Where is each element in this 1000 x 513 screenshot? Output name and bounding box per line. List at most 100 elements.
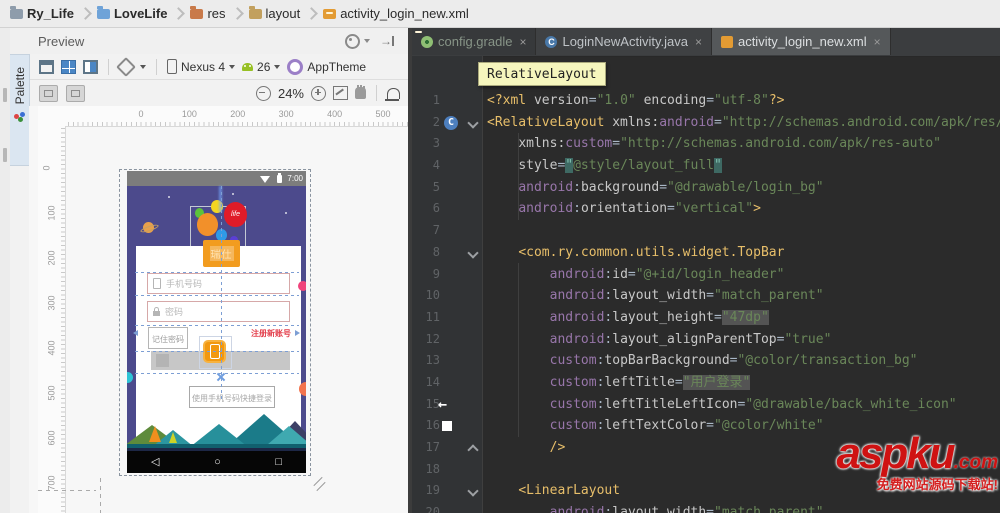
- res-folder-icon: [190, 5, 204, 19]
- breadcrumb-item-activity_login_new.xml[interactable]: activity_login_new.xml: [319, 6, 473, 21]
- center-guideline: [221, 186, 222, 402]
- ruler-number: 0: [138, 109, 144, 119]
- fit-screen-icon[interactable]: [333, 86, 348, 100]
- token: "http://schemas.android.com/apk/res/andr…: [721, 114, 1000, 130]
- fold-down-icon[interactable]: [467, 485, 479, 498]
- tab-LoginNewActivity.java[interactable]: LoginNewActivity.java ×: [536, 28, 712, 55]
- line-number: 1: [432, 93, 440, 107]
- android-nav-bar: ◁ ○ □: [127, 451, 306, 473]
- palette-tab[interactable]: Palette: [10, 54, 30, 166]
- class-gutter-icon[interactable]: [444, 115, 458, 130]
- phone-preview[interactable]: 7:00 life 瑞仕 手机号码: [127, 171, 306, 473]
- code-line[interactable]: 15 ← custom:leftTitleLeftIcon="@drawable/…: [412, 394, 1000, 416]
- line-number: 15: [425, 396, 440, 411]
- zoom-to-fit-button[interactable]: [39, 84, 58, 102]
- gear-icon[interactable]: [345, 33, 360, 49]
- remember-password-checkbox[interactable]: 记住密码: [148, 327, 188, 349]
- code-line[interactable]: 4 style="@style/layout_full": [412, 155, 1000, 177]
- token: encoding: [643, 93, 707, 108]
- breadcrumb-item-layout[interactable]: layout: [245, 5, 305, 21]
- token: =: [706, 505, 714, 513]
- code-line[interactable]: 10 android:layout_width="match_parent": [412, 285, 1000, 307]
- line-number: 10: [425, 288, 440, 303]
- fold-down-icon[interactable]: [467, 247, 479, 259]
- star-dot: [285, 212, 287, 214]
- phone-number-field[interactable]: 手机号码: [147, 273, 290, 294]
- orange-tree-icon: [149, 426, 161, 442]
- code-line[interactable]: 3 xmlns:custom="http://schemas.android.c…: [412, 133, 1000, 155]
- device-chooser[interactable]: Nexus 4: [167, 59, 236, 74]
- code-line[interactable]: 6 android:orientation="vertical">: [412, 198, 1000, 220]
- notifications-bell-icon[interactable]: [385, 87, 400, 101]
- code-line[interactable]: 9 android:id="@+id/login_header": [412, 264, 1000, 286]
- split-mode-icon[interactable]: [83, 59, 98, 74]
- quick-login-text-box[interactable]: 使用手机号码快捷登录: [189, 386, 275, 408]
- code-line[interactable]: 20 android:layout_width="match_parent": [412, 502, 1000, 513]
- breadcrumb-item-ry_life[interactable]: Ry_Life: [6, 5, 78, 21]
- token: "@drawable/back_white_icon": [745, 396, 957, 412]
- code-line[interactable]: 11 android:layout_height="47dp": [412, 307, 1000, 329]
- chevron-down-icon: [229, 64, 236, 69]
- tool-window-stripe-button[interactable]: [3, 88, 7, 102]
- fold-down-icon[interactable]: [467, 117, 479, 129]
- token: style: [518, 158, 558, 174]
- line-number: 14: [425, 374, 440, 389]
- guideline-arrow-icon: [133, 330, 138, 336]
- token: version: [533, 93, 589, 108]
- token: =: [627, 266, 636, 282]
- hide-panel-icon[interactable]: →: [380, 34, 394, 48]
- line-number: 5: [432, 179, 440, 194]
- constraint-x-icon: [216, 372, 226, 382]
- pan-hand-icon[interactable]: [355, 85, 366, 99]
- close-icon[interactable]: ×: [695, 35, 702, 49]
- chevron-right-icon: [230, 7, 244, 20]
- code-line[interactable]: 14 custom:leftTitle="用户登录": [412, 372, 1000, 394]
- theme-chooser[interactable]: AppTheme: [287, 58, 366, 75]
- code-text: style="@style/layout_full": [487, 155, 722, 177]
- chevron-right-icon: [305, 7, 319, 20]
- code-line[interactable]: 2 <RelativeLayout xmlns:android="http://s…: [412, 112, 1000, 134]
- register-link[interactable]: 注册新账号: [251, 328, 291, 339]
- token: =: [612, 136, 621, 152]
- code-line[interactable]: 8 <com.ry.common.utils.widget.TopBar: [412, 242, 1000, 264]
- token: "@color/transaction_bg": [737, 353, 918, 369]
- back-icon[interactable]: ◁: [151, 456, 159, 468]
- zoom-out-icon[interactable]: [255, 85, 271, 101]
- layout-editor-mode-icon[interactable]: [39, 59, 54, 74]
- api-chooser[interactable]: 26: [242, 60, 281, 74]
- theme-icon: [287, 58, 304, 75]
- code-line[interactable]: 1 <?xml version="1.0" encoding="utf-8"?>: [412, 90, 1000, 112]
- preview-title: Preview: [38, 33, 85, 49]
- breadcrumb-label: LoveLife: [113, 6, 168, 21]
- code-line[interactable]: 7: [412, 220, 1000, 242]
- resize-handle-icon[interactable]: [312, 477, 324, 489]
- pink-dot: [298, 281, 306, 291]
- orientation-icon[interactable]: [116, 56, 136, 77]
- recents-icon[interactable]: □: [275, 456, 282, 468]
- token: layout_alignParentTop: [612, 331, 777, 347]
- tab-activity_login_new.xml[interactable]: activity_login_new.xml ×: [711, 28, 891, 55]
- close-icon[interactable]: ×: [874, 35, 881, 49]
- code-text: android:id="@+id/login_header": [487, 264, 785, 286]
- code-text: android:layout_height="47dp": [487, 307, 769, 329]
- home-icon[interactable]: ○: [214, 456, 221, 468]
- breadcrumb-item-lovelife[interactable]: LoveLife: [93, 5, 171, 21]
- tooltip-text: RelativeLayout: [487, 66, 597, 82]
- tool-window-stripe-button[interactable]: [3, 148, 7, 162]
- code-line[interactable]: 5 android:background="@drawable/login_bg…: [412, 177, 1000, 199]
- fold-end-icon[interactable]: [467, 444, 479, 456]
- login-screen[interactable]: life 瑞仕 手机号码 密码 记住密码 注册新账号: [127, 186, 306, 473]
- chevron-down-icon: [364, 39, 370, 43]
- code-line[interactable]: 13 custom:topBarBackground="@color/trans…: [412, 350, 1000, 372]
- code-line[interactable]: 12 android:layout_alignParentTop="true": [412, 329, 1000, 351]
- password-field[interactable]: 密码: [147, 301, 290, 322]
- blueprint-mode-icon[interactable]: [61, 59, 76, 74]
- tab-config.gradle[interactable]: config.gradle ×: [412, 28, 537, 55]
- close-icon[interactable]: ×: [519, 35, 526, 49]
- zoom-actual-button[interactable]: [66, 84, 85, 102]
- zoom-in-icon[interactable]: [311, 85, 326, 101]
- token: "47dp": [721, 309, 769, 325]
- breadcrumb-item-res[interactable]: res: [186, 5, 229, 21]
